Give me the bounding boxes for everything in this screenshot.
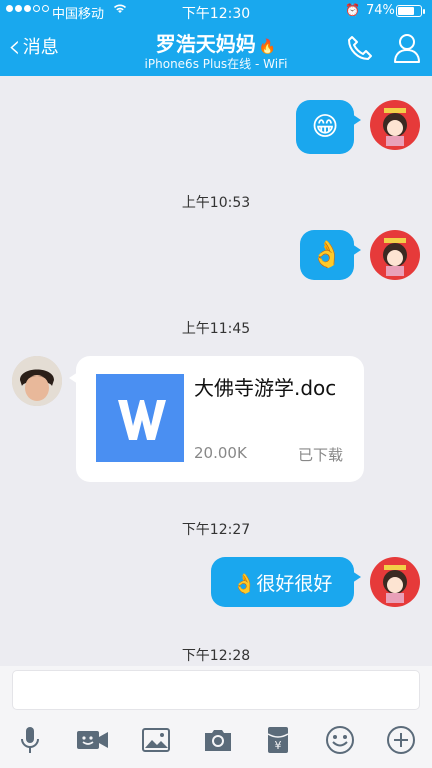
message-bubble-emoji[interactable]: 👌 xyxy=(300,230,361,280)
battery-icon xyxy=(396,5,425,17)
contact-profile-button[interactable] xyxy=(392,32,422,63)
message-list[interactable]: 😁 上午10:53 👌 上午11:45 大佛寺游学.doc 20.00K 已下载… xyxy=(0,76,432,666)
phone-icon xyxy=(348,36,372,60)
status-bar: 中国移动 下午12:30 ⏰ 74% xyxy=(0,0,432,22)
timestamp: 下午12:28 xyxy=(181,648,251,664)
microphone-icon[interactable] xyxy=(14,724,46,756)
person-icon xyxy=(394,34,420,63)
plus-icon[interactable] xyxy=(385,724,417,756)
flame-icon: 🔥 xyxy=(258,39,277,55)
emoji-icon[interactable] xyxy=(324,724,356,756)
file-name: 大佛寺游学.doc xyxy=(194,376,337,400)
phone-call-button[interactable] xyxy=(344,33,374,63)
timestamp: 上午11:45 xyxy=(181,321,251,337)
word-doc-icon xyxy=(96,374,184,462)
input-bar: ¥ xyxy=(0,666,432,768)
red-packet-icon[interactable]: ¥ xyxy=(262,724,294,756)
file-message-card[interactable]: 大佛寺游学.doc 20.00K 已下载 xyxy=(69,356,364,482)
timestamp: 下午12:27 xyxy=(181,522,251,538)
video-icon[interactable] xyxy=(76,724,110,756)
message-bubble-emoji[interactable]: 😁 xyxy=(296,100,361,154)
battery-percent: 74% xyxy=(366,3,395,18)
toolbar: ¥ xyxy=(0,720,432,760)
chat-header: 中国移动 下午12:30 ⏰ 74% ‹ 消息 罗浩天妈妈 🔥 iPhone6s … xyxy=(0,0,432,76)
message-bubble-text[interactable]: 👌很好很好 xyxy=(211,557,361,607)
camera-icon[interactable] xyxy=(202,724,234,756)
my-avatar[interactable] xyxy=(370,557,420,607)
svg-text:¥: ¥ xyxy=(275,739,282,752)
alarm-icon: ⏰ xyxy=(345,3,360,17)
file-download-status: 已下载 xyxy=(298,446,344,464)
timestamp: 上午10:53 xyxy=(181,195,251,211)
contact-avatar[interactable] xyxy=(12,356,62,406)
my-avatar[interactable] xyxy=(370,100,420,150)
image-icon[interactable] xyxy=(140,724,172,756)
file-size: 20.00K xyxy=(194,444,247,462)
message-input[interactable] xyxy=(12,670,420,710)
my-avatar[interactable] xyxy=(370,230,420,280)
